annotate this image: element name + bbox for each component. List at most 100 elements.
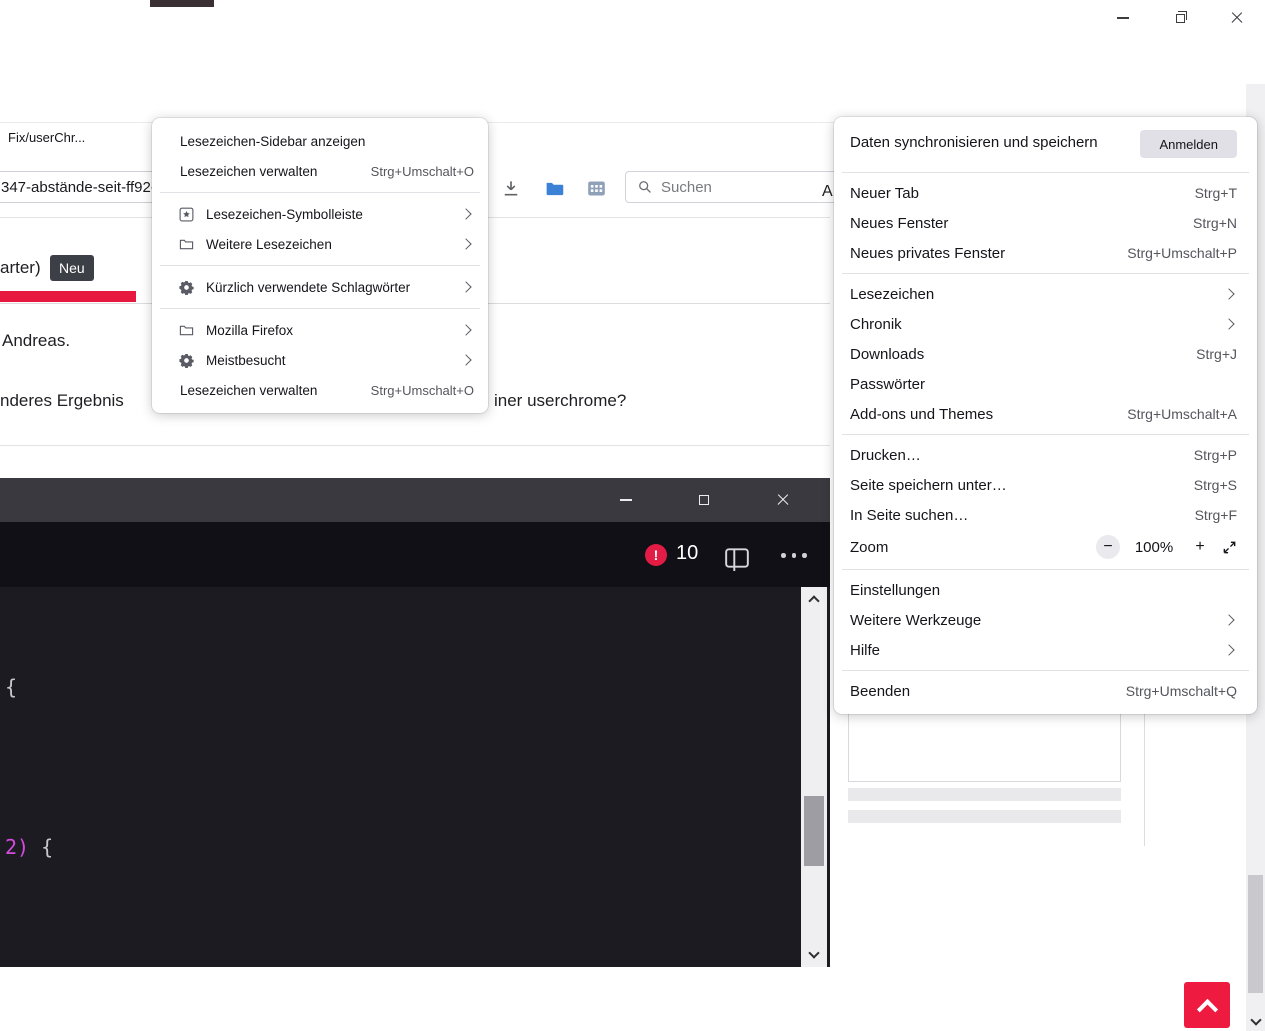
error-count: 10 [676, 542, 698, 565]
background-tab-fragment[interactable] [150, 0, 214, 7]
text-placeholder-bar [848, 788, 1121, 801]
menu-separator [160, 192, 480, 193]
menu-item-show-bookmarks-sidebar[interactable]: Lesezeichen-Sidebar anzeigen [152, 126, 488, 156]
menu-item-help[interactable]: Hilfe [834, 635, 1257, 665]
screenshot-devtools-toolbar: ! 10 [0, 522, 830, 587]
zoom-value[interactable]: 100% [1130, 539, 1178, 556]
menu-item-label: Neues Fenster [850, 215, 948, 232]
window-minimize-button[interactable] [1110, 7, 1136, 29]
menu-item-history[interactable]: Chronik [834, 309, 1257, 339]
minimize-icon [1117, 17, 1129, 18]
folder-icon [544, 178, 565, 199]
menu-item-label: Weitere Lesezeichen [206, 237, 332, 252]
code-line: 2) { [5, 835, 53, 859]
app-menu: Daten synchronisieren und speichern Anme… [834, 117, 1257, 714]
screenshot-close-icon [770, 489, 796, 511]
gear-icon [178, 279, 194, 295]
window-restore-button[interactable] [1167, 7, 1193, 29]
menu-separator [842, 434, 1249, 435]
folder-icon [178, 322, 194, 338]
menu-separator [842, 569, 1249, 570]
menu-item-label: Kürzlich verwendete Schlagwörter [206, 280, 410, 295]
menu-item-new-tab[interactable]: Neuer Tab Strg+T [834, 178, 1257, 208]
bookmarks-bar-item[interactable]: Fix/userChr... [8, 130, 85, 145]
menu-item-manage-bookmarks-bottom[interactable]: Lesezeichen verwalten Strg+Umschalt+O [152, 375, 488, 405]
menu-item-downloads[interactable]: Downloads Strg+J [834, 339, 1257, 369]
author-name: Andreas. [2, 331, 70, 351]
zoom-label: Zoom [850, 539, 888, 556]
screenshot-minimize-icon [613, 489, 639, 511]
scroll-to-top-button[interactable] [1184, 982, 1230, 1028]
calendar-extension-button[interactable] [581, 173, 611, 203]
menu-item-label: Chronik [850, 316, 902, 333]
menu-item-settings[interactable]: Einstellungen [834, 575, 1257, 605]
chevron-right-icon [460, 238, 471, 249]
page-scroll-down-button[interactable] [1246, 1011, 1265, 1029]
zoom-out-button[interactable]: − [1096, 535, 1120, 559]
menu-item-label: Passwörter [850, 376, 925, 393]
question-text-left: nderes Ergebnis [0, 391, 124, 411]
downloads-button[interactable] [496, 173, 526, 203]
menu-item-label: Add-ons und Themes [850, 406, 993, 423]
menu-item-shortcut: Strg+T [1195, 185, 1237, 201]
post-divider [0, 445, 830, 446]
menu-item-most-visited[interactable]: Meistbesucht [152, 345, 488, 375]
menu-item-label: Lesezeichen [850, 286, 934, 303]
sync-header: Daten synchronisieren und speichern Anme… [834, 123, 1257, 167]
scroll-down-icon [801, 945, 827, 965]
menu-item-print[interactable]: Drucken… Strg+P [834, 440, 1257, 470]
menu-separator [160, 308, 480, 309]
menu-item-label: Lesezeichen verwalten [180, 383, 317, 398]
search-icon [638, 180, 652, 194]
chevron-right-icon [460, 281, 471, 292]
menu-item-label: Seite speichern unter… [850, 477, 1007, 494]
zoom-in-button[interactable]: + [1188, 535, 1212, 559]
menu-item-addons-themes[interactable]: Add-ons und Themes Strg+Umschalt+A [834, 399, 1257, 429]
menu-item-label: In Seite suchen… [850, 507, 968, 524]
screenshot-scrollbar [801, 587, 827, 967]
window-close-button[interactable] [1224, 7, 1250, 29]
menu-item-save-page[interactable]: Seite speichern unter… Strg+S [834, 470, 1257, 500]
screenshot-titlebar [0, 478, 830, 522]
menu-item-mozilla-firefox[interactable]: Mozilla Firefox [152, 315, 488, 345]
menu-item-label: Downloads [850, 346, 924, 363]
menu-item-bookmarks[interactable]: Lesezeichen [834, 279, 1257, 309]
window-titlebar [0, 0, 1265, 36]
menu-item-more-tools[interactable]: Weitere Werkzeuge [834, 605, 1257, 635]
menu-item-other-bookmarks[interactable]: Weitere Lesezeichen [152, 229, 488, 259]
menu-item-shortcut: Strg+J [1196, 346, 1237, 362]
menu-item-label: Neues privates Fenster [850, 245, 1005, 262]
code-line: { [5, 675, 17, 699]
close-icon [1230, 11, 1244, 25]
menu-item-new-private-window[interactable]: Neues privates Fenster Strg+Umschalt+P [834, 238, 1257, 268]
question-text-right: iner userchrome? [494, 391, 626, 411]
menu-item-label: Neuer Tab [850, 185, 919, 202]
error-badge-icon: ! [645, 544, 667, 566]
menu-item-bookmarks-toolbar[interactable]: Lesezeichen-Symbolleiste [152, 199, 488, 229]
fullscreen-icon[interactable] [1222, 540, 1237, 555]
menu-item-label: Beenden [850, 683, 910, 700]
menu-item-shortcut: Strg+Umschalt+O [371, 383, 474, 398]
menu-item-label: Weitere Werkzeuge [850, 612, 981, 629]
menu-item-find-in-page[interactable]: In Seite suchen… Strg+F [834, 500, 1257, 530]
signin-button[interactable]: Anmelden [1140, 130, 1237, 158]
menu-item-label: Lesezeichen-Symbolleiste [206, 207, 363, 222]
page-scroll-thumb[interactable] [1248, 875, 1263, 993]
chevron-down-icon [1250, 1014, 1261, 1025]
menu-item-new-window[interactable]: Neues Fenster Strg+N [834, 208, 1257, 238]
chevron-right-icon [1223, 644, 1234, 655]
menu-item-quit[interactable]: Beenden Strg+Umschalt+Q [834, 676, 1257, 706]
folder-extension-button[interactable] [539, 173, 569, 203]
partial-page-text-a: A [822, 183, 833, 201]
menu-item-recent-tags[interactable]: Kürzlich verwendete Schlagwörter [152, 272, 488, 302]
chevron-right-icon [1223, 318, 1234, 329]
bookmarks-menu: Lesezeichen-Sidebar anzeigen Lesezeichen… [152, 118, 488, 413]
menu-item-shortcut: Strg+Umschalt+P [1127, 245, 1237, 261]
menu-item-shortcut: Strg+N [1193, 215, 1237, 231]
menu-item-shortcut: Strg+P [1194, 447, 1237, 463]
menu-item-passwords[interactable]: Passwörter [834, 369, 1257, 399]
menu-item-manage-bookmarks[interactable]: Lesezeichen verwalten Strg+Umschalt+O [152, 156, 488, 186]
menu-separator [842, 670, 1249, 671]
gear-icon [178, 352, 194, 368]
menu-separator [842, 172, 1249, 173]
